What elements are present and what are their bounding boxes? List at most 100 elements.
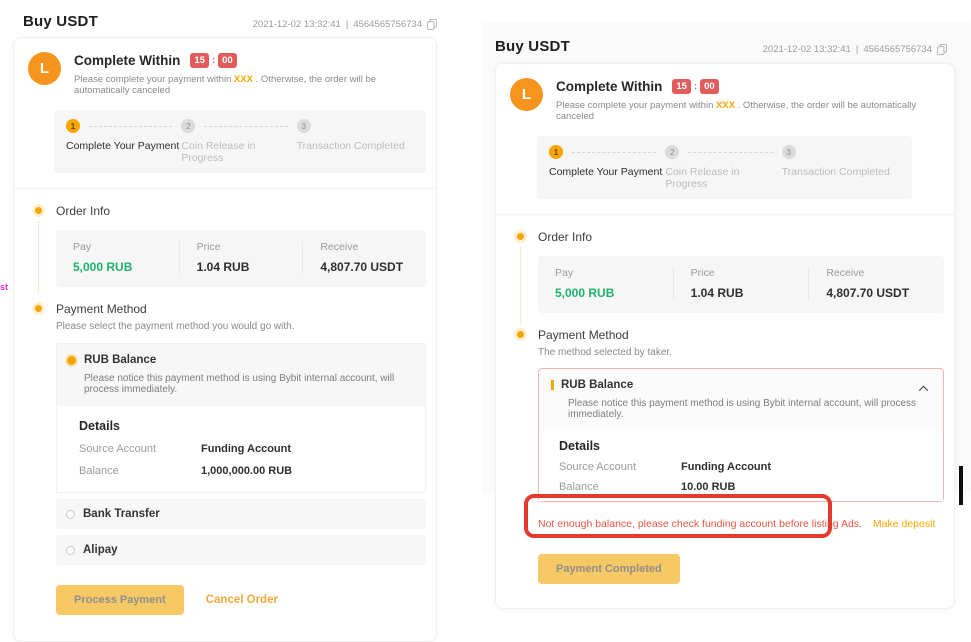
timer-note-highlight: XXX — [234, 74, 253, 85]
timer-note-highlight: XXX — [716, 100, 735, 111]
rub-balance-note: Please notice this payment method is usi… — [84, 373, 413, 395]
step-2-circle: 2 — [181, 119, 195, 133]
order-card: L Complete Within 15 : 00 Please complet… — [495, 63, 955, 609]
payment-option-bank-transfer[interactable]: Bank Transfer — [56, 499, 426, 529]
detail-row-balance: Balance 1,000,000.00 RUB — [79, 465, 413, 477]
step-1-label: Complete Your Payment — [66, 140, 181, 164]
progress-steps: 1 2 3 Complete Your Payment Coin Release… — [54, 110, 426, 173]
timer-seconds-badge: 00 — [700, 79, 719, 94]
rub-balance-label: RUB Balance — [561, 379, 633, 391]
page-header: Buy USDT 2021-12-02 13:32:41 | 456456575… — [482, 22, 971, 55]
counterparty-avatar: L — [28, 52, 61, 85]
order-info-heading: Order Info — [56, 204, 426, 218]
page-title: Buy USDT — [495, 38, 570, 55]
receive-value: 4,807.70 USDT — [320, 260, 426, 274]
payment-method-section: Payment Method The method selected by ta… — [496, 313, 954, 530]
process-payment-button[interactable]: Process Payment — [56, 585, 184, 615]
text-cursor-artifact — [959, 466, 963, 505]
radio-unselected-icon[interactable] — [66, 546, 75, 555]
rub-balance-header[interactable]: RUB Balance Please notice this payment m… — [539, 369, 943, 431]
pay-column: Pay 5,000 RUB — [538, 267, 673, 300]
timer-note: Please complete your payment within XXX … — [556, 100, 938, 122]
meta-separator: | — [856, 44, 858, 55]
step-1-circle: 1 — [66, 119, 80, 133]
section-bullet-icon — [517, 331, 524, 338]
rub-balance-header[interactable]: RUB Balance Please notice this payment m… — [57, 344, 425, 406]
timer-header: L Complete Within 15 : 00 Please complet… — [496, 64, 954, 124]
step-connector — [572, 152, 656, 153]
selected-marker-icon — [551, 380, 554, 390]
copy-icon[interactable] — [427, 19, 437, 30]
counterparty-avatar: L — [510, 78, 543, 111]
timer-minutes-badge: 15 — [190, 53, 209, 68]
receive-column: Receive 4,807.70 USDT — [808, 267, 944, 300]
step-3-label: Transaction Completed — [782, 166, 898, 190]
stray-text-artifact: st — [0, 282, 8, 292]
step-1-circle: 1 — [549, 145, 563, 159]
timer-colon: : — [694, 81, 697, 92]
step-3-label: Transaction Completed — [297, 140, 412, 164]
order-timestamp: 2021-12-02 13:32:41 — [253, 19, 341, 30]
payment-option-alipay[interactable]: Alipay — [56, 535, 426, 565]
order-meta: 2021-12-02 13:32:41 | 4564565756734 — [763, 44, 947, 55]
price-value: 1.04 RUB — [691, 286, 809, 300]
step-connector — [89, 126, 172, 127]
meta-separator: | — [346, 19, 348, 30]
step-connector — [204, 126, 287, 127]
price-value: 1.04 RUB — [197, 260, 303, 274]
payment-details: Details Source Account Funding Account B… — [57, 406, 425, 492]
step-connector — [688, 152, 772, 153]
page-header: Buy USDT 2021-12-02 13:32:41 | 456456575… — [0, 0, 458, 30]
detail-row-balance: Balance 10.00 RUB — [559, 481, 931, 493]
order-meta: 2021-12-02 13:32:41 | 4564565756734 — [253, 19, 437, 30]
cancel-order-button[interactable]: Cancel Order — [206, 594, 278, 606]
order-id: 4564565756734 — [863, 44, 932, 55]
section-bullet-icon — [35, 305, 42, 312]
rub-balance-note: Please notice this payment method is usi… — [568, 398, 918, 420]
panel-before-state: Buy USDT 2021-12-02 13:32:41 | 456456575… — [0, 0, 458, 642]
copy-icon[interactable] — [937, 44, 947, 55]
make-deposit-link[interactable]: Make deposit — [873, 518, 935, 530]
price-column: Price 1.04 RUB — [179, 241, 303, 274]
step-3-circle: 3 — [297, 119, 311, 133]
payment-option-rub-balance: RUB Balance Please notice this payment m… — [56, 343, 426, 493]
payment-completed-button[interactable]: Payment Completed — [538, 554, 680, 584]
order-info-box: Pay 5,000 RUB Price 1.04 RUB Receive 4,8… — [56, 230, 426, 287]
progress-steps: 1 2 3 Complete Your Payment Coin Release… — [537, 136, 912, 199]
details-heading: Details — [559, 439, 931, 453]
order-card: L Complete Within 15 : 00 Please complet… — [13, 37, 437, 642]
page-title: Buy USDT — [23, 13, 98, 30]
payment-method-heading: Payment Method — [538, 328, 944, 342]
order-info-section: Order Info Pay 5,000 RUB Price 1.04 RUB … — [496, 215, 954, 313]
step-2-label: Coin Release in Progress — [181, 140, 296, 164]
pay-column: Pay 5,000 RUB — [56, 241, 179, 274]
receive-value: 4,807.70 USDT — [826, 286, 944, 300]
order-id: 4564565756734 — [353, 19, 422, 30]
section-bullet-icon — [35, 207, 42, 214]
price-column: Price 1.04 RUB — [673, 267, 809, 300]
order-timestamp: 2021-12-02 13:32:41 — [763, 44, 851, 55]
details-heading: Details — [79, 419, 413, 433]
payment-method-subtitle: The method selected by taker. — [538, 347, 944, 358]
timer-heading: Complete Within — [556, 79, 662, 94]
step-2-circle: 2 — [665, 145, 679, 159]
chevron-up-icon[interactable] — [918, 385, 929, 392]
balance-error-message: Not enough balance, please check funding… — [538, 518, 944, 530]
step-1-label: Complete Your Payment — [549, 166, 665, 190]
payment-option-rub-balance-error: RUB Balance Please notice this payment m… — [538, 368, 944, 502]
step-2-label: Coin Release in Progress — [665, 166, 781, 190]
panel-error-state: Buy USDT 2021-12-02 13:32:41 | 456456575… — [482, 22, 971, 493]
rub-balance-label: RUB Balance — [84, 354, 156, 366]
receive-column: Receive 4,807.70 USDT — [302, 241, 426, 274]
timer-seconds-badge: 00 — [218, 53, 237, 68]
detail-row-source-account: Source Account Funding Account — [79, 443, 413, 455]
timer-note: Please complete your payment within XXX … — [74, 74, 420, 96]
order-info-box: Pay 5,000 RUB Price 1.04 RUB Receive 4,8… — [538, 256, 944, 313]
radio-selected-icon[interactable] — [67, 356, 76, 365]
section-bullet-icon — [517, 233, 524, 240]
order-info-section: Order Info Pay 5,000 RUB Price 1.04 RUB … — [14, 189, 436, 287]
order-info-heading: Order Info — [538, 230, 944, 244]
alipay-label: Alipay — [83, 544, 118, 556]
timer-header: L Complete Within 15 : 00 Please complet… — [14, 38, 436, 98]
pay-value: 5,000 RUB — [73, 260, 179, 274]
